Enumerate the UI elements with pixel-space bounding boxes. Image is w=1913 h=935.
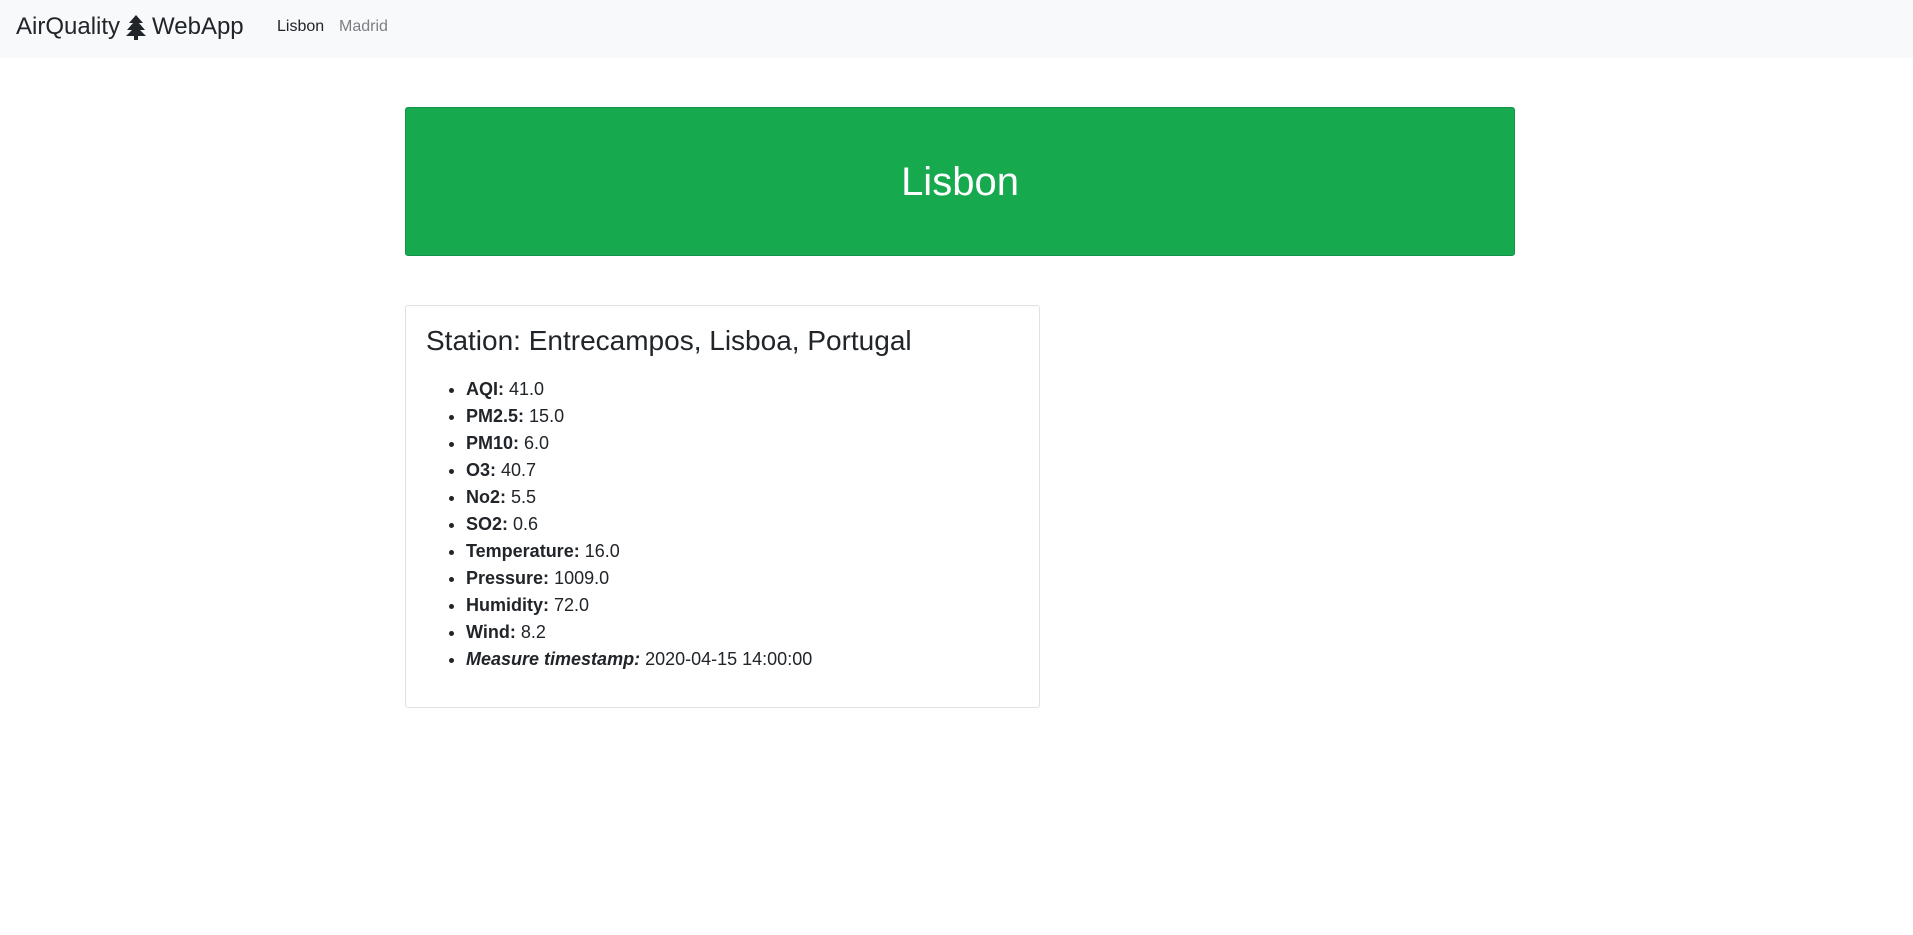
measure-label: AQI:	[466, 379, 504, 399]
measure-value: 41.0	[509, 379, 545, 399]
nav-link-madrid[interactable]: Madrid	[339, 17, 388, 37]
measure-value: 72.0	[554, 595, 590, 615]
measure-pm10: PM10: 6.0	[466, 430, 812, 457]
city-banner: Lisbon	[405, 107, 1515, 256]
measure-value: 1009.0	[554, 568, 610, 588]
measure-label: No2:	[466, 487, 506, 507]
measure-value: 8.2	[520, 622, 546, 642]
measure-label: PM10:	[466, 433, 520, 453]
measure-timestamp: Measure timestamp: 2020-04-15 14:00:00	[466, 646, 812, 673]
measure-value: 0.6	[513, 514, 539, 534]
city-title: Lisbon	[901, 159, 1019, 204]
measure-label: Pressure:	[466, 568, 550, 588]
measure-so2: SO2: 0.6	[466, 511, 812, 538]
measure-value: 2020-04-15 14:00:00	[645, 649, 813, 669]
measure-label: Humidity:	[466, 595, 549, 615]
brand-name-right: WebApp	[152, 13, 244, 40]
measure-value: 16.0	[584, 541, 620, 561]
measure-value: 15.0	[529, 406, 565, 426]
top-navbar: AirQuality WebApp Lisbon Madrid	[0, 0, 1913, 58]
measure-pm25: PM2.5: 15.0	[466, 403, 812, 430]
nav-link-lisbon[interactable]: Lisbon	[277, 17, 324, 37]
measure-aqi: AQI: 41.0	[466, 376, 812, 403]
measures-list: AQI: 41.0 PM2.5: 15.0 PM10: 6.0 O3: 40.7…	[426, 376, 812, 673]
station-card: Station: Entrecampos, Lisboa, Portugal A…	[405, 305, 1040, 708]
measure-label: Wind:	[466, 622, 516, 642]
measure-label: O3:	[466, 460, 497, 480]
brand-link[interactable]: AirQuality WebApp	[16, 12, 244, 42]
measure-value: 6.0	[524, 433, 550, 453]
measure-o3: O3: 40.7	[466, 457, 812, 484]
measure-wind: Wind: 8.2	[466, 619, 812, 646]
measure-label: Measure timestamp:	[466, 649, 641, 669]
measure-value: 40.7	[501, 460, 537, 480]
brand-name-left: AirQuality	[16, 13, 121, 40]
measure-no2: No2: 5.5	[466, 484, 812, 511]
station-title: Station: Entrecampos, Lisboa, Portugal	[426, 325, 912, 356]
measure-label: SO2:	[466, 514, 509, 534]
measure-label: PM2.5:	[466, 406, 525, 426]
measure-temperature: Temperature: 16.0	[466, 538, 812, 565]
measure-pressure: Pressure: 1009.0	[466, 565, 812, 592]
measure-label: Temperature:	[466, 541, 580, 561]
measure-value: 5.5	[511, 487, 537, 507]
tree-icon	[126, 15, 147, 40]
measure-humidity: Humidity: 72.0	[466, 592, 812, 619]
